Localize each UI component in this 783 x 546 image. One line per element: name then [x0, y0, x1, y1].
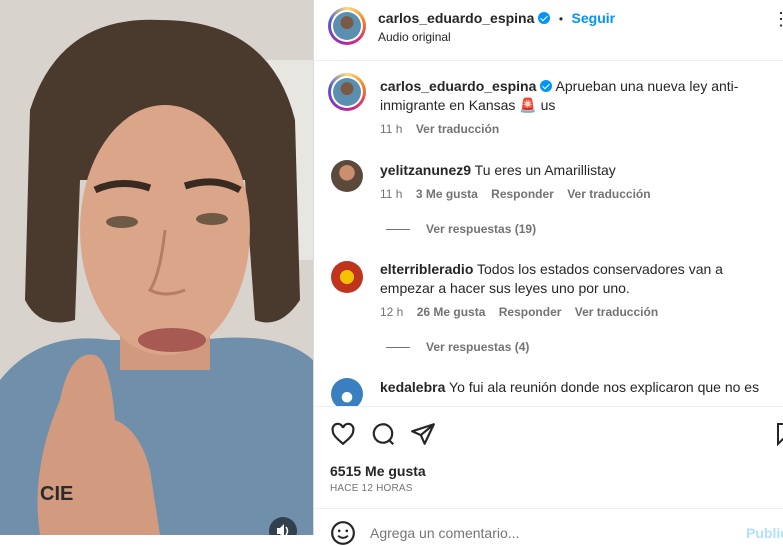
reply-button[interactable]: Responder	[491, 187, 554, 201]
caption-avatar[interactable]	[328, 73, 366, 111]
video-player[interactable]: CIE	[0, 0, 313, 535]
view-replies-label: Ver respuestas (19)	[426, 222, 537, 236]
heart-icon[interactable]	[330, 421, 356, 447]
reply-button[interactable]: Responder	[499, 305, 562, 319]
comment-text: Tu eres un Amarillistay	[474, 162, 616, 178]
caption-translate-button[interactable]: Ver traducción	[416, 122, 499, 136]
translate-button[interactable]: Ver traducción	[575, 305, 658, 319]
replies-line	[386, 229, 410, 231]
likes-count[interactable]: 6515 Me gusta	[330, 463, 426, 479]
audio-link[interactable]: Audio original	[378, 30, 451, 44]
comment-input[interactable]	[370, 522, 730, 544]
actions-divider	[314, 406, 783, 407]
comments-list[interactable]: carlos_eduardo_espina Aprueban una nueva…	[314, 61, 783, 406]
video-frame: CIE	[0, 0, 313, 535]
verified-icon	[538, 12, 551, 24]
speaker-icon	[277, 524, 289, 535]
comment-username[interactable]: kedalebra	[380, 379, 445, 395]
verified-icon	[540, 80, 553, 92]
svg-text:CIE: CIE	[40, 483, 73, 505]
share-icon[interactable]	[410, 421, 436, 447]
author-username[interactable]: carlos_eduardo_espina	[378, 10, 534, 26]
comment-likes[interactable]: 26 Me gusta	[417, 305, 486, 319]
comment-icon[interactable]	[370, 421, 396, 447]
author-avatar[interactable]	[328, 7, 366, 45]
caption-username[interactable]: carlos_eduardo_espina	[380, 78, 536, 94]
composer-divider	[314, 508, 783, 509]
bookmark-icon[interactable]	[776, 421, 783, 447]
follow-button[interactable]: Seguir	[572, 10, 616, 26]
comment-time[interactable]: 11 h	[380, 187, 402, 201]
replies-line	[386, 347, 410, 349]
volume-button[interactable]	[269, 517, 297, 535]
comment-username[interactable]: yelitzanunez9	[380, 162, 471, 178]
translate-button[interactable]: Ver traducción	[567, 187, 650, 201]
commenter-avatar[interactable]	[331, 261, 363, 293]
comment-username[interactable]: elterribleradio	[380, 261, 473, 277]
post-panel: carlos_eduardo_espina • Seguir Audio ori…	[313, 0, 783, 545]
comment-time[interactable]: 12 h	[380, 305, 403, 319]
view-replies-button[interactable]: Ver respuestas (19)	[386, 222, 536, 236]
comment-text: Yo fui ala reunión donde nos explicaron …	[449, 379, 760, 395]
header-separator: •	[558, 12, 564, 26]
post-date[interactable]: HACE 12 HORAS	[330, 483, 413, 494]
view-replies-button[interactable]: Ver respuestas (4)	[386, 340, 529, 354]
comment-likes[interactable]: 3 Me gusta	[416, 187, 478, 201]
view-replies-label: Ver respuestas (4)	[426, 340, 530, 354]
more-options-icon[interactable]: ⋮	[772, 10, 783, 28]
emoji-icon[interactable]	[330, 520, 356, 546]
commenter-avatar[interactable]	[331, 378, 363, 406]
publish-button[interactable]: Publicar	[746, 525, 783, 541]
commenter-avatar[interactable]	[331, 160, 363, 192]
caption-time[interactable]: 11 h	[380, 122, 402, 136]
